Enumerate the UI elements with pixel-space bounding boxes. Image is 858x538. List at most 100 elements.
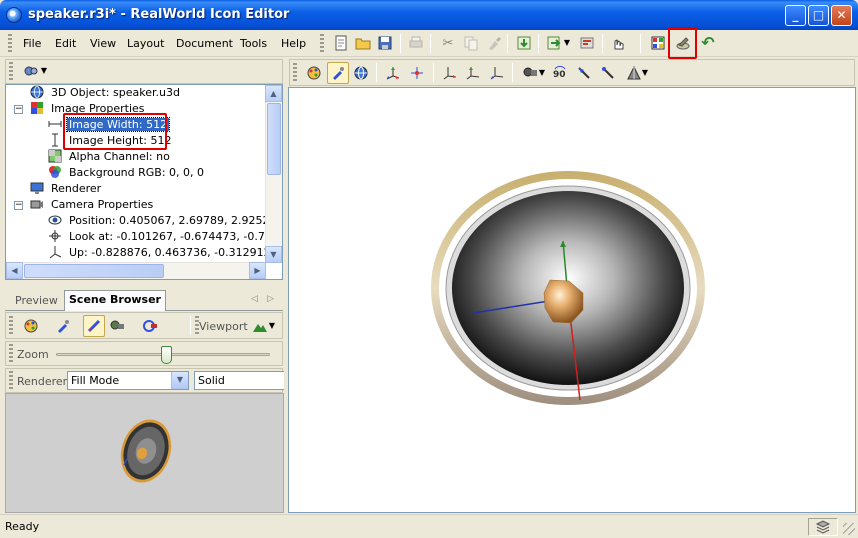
highlight-box <box>63 113 167 150</box>
viewport-dropdown-icon[interactable]: ▼ <box>267 315 277 337</box>
viewport-toolbar: ▼ 90 ▼ <box>289 59 855 86</box>
scene-browser-toolbar: Viewport ▼ <box>5 312 283 339</box>
menu-help[interactable]: Help <box>281 37 306 50</box>
paste-icon[interactable] <box>483 32 505 54</box>
monitor-icon <box>30 181 46 195</box>
tree-item-renderer[interactable]: Renderer <box>30 181 103 197</box>
object-tool-icon[interactable] <box>139 315 161 337</box>
undo-icon[interactable]: ↶ <box>697 32 719 54</box>
properties-toolbar: ▼ <box>5 59 283 84</box>
toolbar-grip[interactable] <box>320 34 324 53</box>
toolbar-separator <box>190 316 191 335</box>
tree-item-3d-object[interactable]: 3D Object: speaker.u3d <box>30 85 182 101</box>
close-button[interactable]: ✕ <box>831 5 852 26</box>
highlight-box <box>668 27 697 59</box>
view-options-dropdown-icon[interactable]: ▼ <box>39 60 49 82</box>
tree-horizontal-scrollbar[interactable]: ◀ ▶ <box>6 262 266 279</box>
tree-item-camera-properties[interactable]: Camera Properties <box>30 197 155 213</box>
print-icon[interactable] <box>405 32 427 54</box>
axis-y-icon[interactable] <box>462 62 484 84</box>
axis-z-icon[interactable] <box>486 62 508 84</box>
tab-preview[interactable]: Preview <box>11 292 62 311</box>
shading-select[interactable]: Solid <box>194 371 284 390</box>
material-icon[interactable] <box>20 315 42 337</box>
speaker-thumbnail <box>120 419 172 483</box>
properties-tree[interactable]: 3D Object: speaker.u3d − Image Propertie… <box>5 84 283 280</box>
camera-view-dropdown-icon[interactable]: ▼ <box>537 62 547 84</box>
menu-view[interactable]: View <box>90 37 116 50</box>
tree-vertical-scrollbar[interactable]: ▲ ▼ <box>265 85 282 263</box>
toolbar-separator <box>538 34 539 53</box>
toolbar-separator <box>376 63 377 82</box>
scroll-thumb[interactable] <box>267 103 281 175</box>
renderer-row: Renderer Fill Mode ▼ Solid <box>5 368 284 393</box>
minimize-button[interactable]: _ <box>785 5 806 26</box>
tab-next-icon[interactable]: ▷ <box>267 294 274 304</box>
target-icon <box>48 229 64 243</box>
copy-icon[interactable] <box>460 32 482 54</box>
tree-item-position[interactable]: Position: 0.405067, 2.69789, 2.92529 <box>48 213 278 229</box>
rotate-90-icon[interactable]: 90 <box>549 62 571 84</box>
tab-prev-icon[interactable]: ◁ <box>251 294 258 304</box>
light-spot-icon[interactable] <box>597 62 619 84</box>
scroll-left-icon[interactable]: ◀ <box>6 262 23 279</box>
resize-grip-icon[interactable] <box>843 523 855 535</box>
light-tool-icon[interactable] <box>83 315 105 337</box>
menu-layout[interactable]: Layout <box>127 37 164 50</box>
chevron-down-icon[interactable]: ▼ <box>171 372 188 389</box>
menu-file[interactable]: File <box>23 37 41 50</box>
scroll-up-icon[interactable]: ▲ <box>265 85 282 102</box>
tab-scene-browser[interactable]: Scene Browser <box>64 290 166 311</box>
tree-item-alpha-channel[interactable]: Alpha Channel: no <box>48 149 172 165</box>
save-icon[interactable] <box>374 32 396 54</box>
toolbar-grip[interactable] <box>9 344 13 363</box>
export-dropdown-icon[interactable]: ▼ <box>562 32 572 54</box>
scroll-down-icon[interactable]: ▼ <box>265 246 282 263</box>
tree-item-up[interactable]: Up: -0.828876, 0.463736, -0.312912 <box>48 245 273 261</box>
axis-x-icon[interactable] <box>439 62 461 84</box>
material-icon[interactable] <box>303 62 325 84</box>
new-file-icon[interactable] <box>330 32 352 54</box>
window-title: speaker.r3i* - RealWorld Icon Editor <box>28 7 290 22</box>
toolbar-grip[interactable] <box>8 34 12 53</box>
toolbar-grip[interactable] <box>9 371 13 390</box>
camera-tool-icon[interactable] <box>106 315 128 337</box>
axes-icon <box>48 245 64 259</box>
scroll-right-icon[interactable]: ▶ <box>249 262 266 279</box>
scene-preview[interactable] <box>5 393 284 513</box>
pan-icon[interactable] <box>406 62 428 84</box>
title-bar[interactable]: speaker.r3i* - RealWorld Icon Editor _ □… <box>0 0 858 30</box>
toolbar-separator <box>512 63 513 82</box>
brush-tool-icon[interactable] <box>52 315 74 337</box>
zoom-label: Zoom <box>17 348 49 361</box>
import-icon[interactable] <box>513 32 535 54</box>
settings-icon[interactable] <box>576 32 598 54</box>
tree-item-look-at[interactable]: Look at: -0.101267, -0.674473, -0.73132 <box>48 229 282 245</box>
move-icon[interactable] <box>382 62 404 84</box>
toolbar-grip[interactable] <box>293 63 297 82</box>
zoom-slider-thumb[interactable] <box>161 346 172 364</box>
menu-document[interactable]: Document <box>176 37 233 50</box>
light-direction-icon[interactable] <box>573 62 595 84</box>
renderer-mode-select[interactable]: Fill Mode ▼ <box>67 371 189 390</box>
toolbar-grip[interactable] <box>9 316 13 335</box>
tree-expander[interactable]: − <box>14 201 23 210</box>
toolbar-grip[interactable] <box>9 62 13 81</box>
scroll-thumb[interactable] <box>24 264 164 278</box>
tree-item-background-rgb[interactable]: Background RGB: 0, 0, 0 <box>48 165 206 181</box>
layers-icon <box>815 520 831 537</box>
image-grid-icon[interactable] <box>647 32 669 54</box>
cut-icon[interactable]: ✂ <box>437 32 459 54</box>
app-icon[interactable] <box>6 7 22 23</box>
open-folder-icon[interactable] <box>352 32 374 54</box>
menu-edit[interactable]: Edit <box>55 37 76 50</box>
3d-viewport[interactable] <box>288 87 856 513</box>
maximize-button[interactable]: □ <box>808 5 829 26</box>
globe-icon[interactable] <box>350 62 372 84</box>
cone-light-dropdown-icon[interactable]: ▼ <box>640 62 650 84</box>
menu-tools[interactable]: Tools <box>240 37 267 50</box>
brush-tool-icon[interactable] <box>327 62 349 84</box>
toolbar-separator <box>430 34 431 53</box>
tree-expander[interactable]: − <box>14 105 23 114</box>
hand-pointer-icon[interactable] <box>607 32 629 54</box>
